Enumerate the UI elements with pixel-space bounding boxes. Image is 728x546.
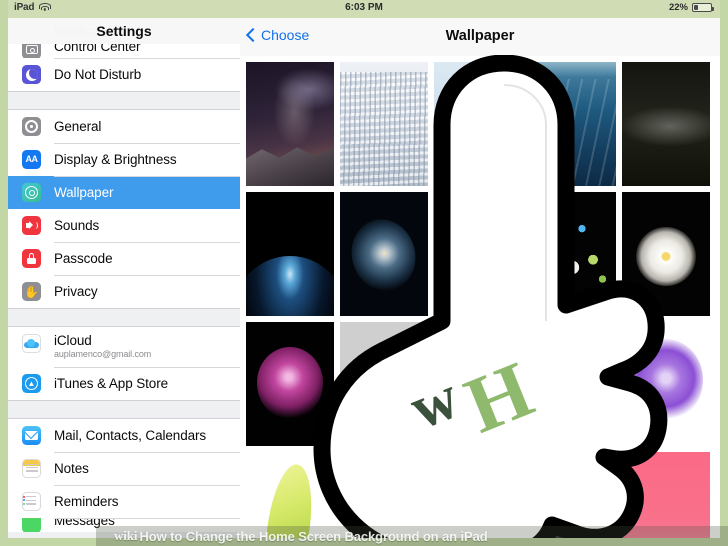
sidebar-item-label: Display & Brightness: [54, 152, 177, 167]
sidebar-item-sounds[interactable]: Sounds: [8, 209, 240, 242]
gear-icon: [22, 117, 41, 136]
wallpaper-thumb-underwater-blue[interactable]: [528, 62, 616, 186]
mail-icon: [22, 426, 41, 445]
wallpaper-thumb-purple-mum[interactable]: [622, 322, 710, 446]
wallpaper-thumb-glacier-sky[interactable]: [434, 62, 522, 186]
sidebar-item-mail-contacts-calendars[interactable]: Mail, Contacts, Calendars: [8, 419, 240, 452]
hand-icon: ✋: [22, 282, 41, 301]
wallpaper-thumb-dark-dune[interactable]: [622, 62, 710, 186]
wallpaper-thumb-lilac-dahlia[interactable]: [434, 322, 522, 446]
sidebar-item-reminders[interactable]: Reminders: [8, 485, 240, 518]
wallpaper-grid-row: [246, 322, 720, 446]
sidebar-group-1: Control Center Do Not Disturb: [8, 44, 240, 91]
sidebar-item-sublabel: auplamenco@gmail.com: [54, 349, 152, 360]
reminders-icon: [22, 492, 41, 511]
sidebar-item-label: iTunes & App Store: [54, 376, 169, 391]
wallpaper-thumb-dark-rocks[interactable]: [434, 192, 522, 316]
sidebar-divider: [8, 308, 240, 327]
sidebar-item-do-not-disturb[interactable]: Do Not Disturb: [8, 58, 240, 91]
sidebar-group-4: Mail, Contacts, Calendars Notes Reminder…: [8, 419, 240, 532]
page-title: Wallpaper: [445, 28, 515, 44]
sidebar-divider: [8, 400, 240, 419]
wallpaper-grid-row: [246, 62, 720, 186]
navigation-bar: Choose Wallpaper: [240, 18, 720, 57]
speaker-icon: [22, 216, 41, 235]
notes-icon: [22, 459, 41, 478]
status-bar-time: 6:03 PM: [345, 2, 383, 13]
wallpaper-detail-pane: Choose Wallpaper: [240, 18, 720, 538]
sidebar-item-label: Do Not Disturb: [54, 67, 142, 82]
wallpaper-thumb-firework-bloom[interactable]: [340, 322, 428, 446]
lock-icon: [22, 249, 41, 268]
sidebar-title: Settings: [8, 18, 240, 44]
ipad-screen: iPad 6:03 PM 22% Notifications Settings: [8, 0, 720, 538]
sidebar-item-notes[interactable]: Notes: [8, 452, 240, 485]
sidebar-scroll: Control Center Do Not Disturb General AA…: [8, 44, 240, 532]
sidebar-item-label: Sounds: [54, 218, 100, 233]
wallpaper-thumb-white-dahlia[interactable]: [622, 192, 710, 316]
sidebar-item-label: Control Center: [54, 44, 141, 54]
sidebar-item-label: Reminders: [54, 494, 119, 509]
sidebar-item-wallpaper[interactable]: Wallpaper: [8, 176, 240, 209]
sidebar-item-label: Wallpaper: [54, 185, 114, 200]
sidebar-item-icloud[interactable]: iCloud auplamenco@gmail.com: [8, 327, 240, 367]
battery-low-icon: [692, 3, 714, 12]
sidebar-group-3: iCloud auplamenco@gmail.com ▲ iTunes & A…: [8, 327, 240, 400]
sidebar-item-label: Mail, Contacts, Calendars: [54, 428, 207, 443]
wallpaper-icon: [22, 183, 41, 202]
caption-prefix: wiki: [114, 528, 138, 543]
caption-bar: wiki How to Change the Home Screen Backg…: [96, 526, 728, 546]
wallpaper-thumb-earth-from-space[interactable]: [246, 192, 334, 316]
sidebar-item-general[interactable]: General: [8, 110, 240, 143]
wallpaper-thumb-spiral-galaxy[interactable]: [340, 192, 428, 316]
sidebar-group-2: General AA Display & Brightness Wallpape…: [8, 110, 240, 308]
battery-percent: 22%: [668, 2, 688, 13]
wallpaper-thumb-white-spider-mum[interactable]: [528, 322, 616, 446]
sidebar-item-label: Passcode: [54, 251, 113, 266]
sidebar-item-itunes-app-store[interactable]: ▲ iTunes & App Store: [8, 367, 240, 400]
wallpaper-thumb-wildflowers[interactable]: [528, 192, 616, 316]
icloud-icon: [22, 334, 41, 353]
screenshot-frame: iPad 6:03 PM 22% Notifications Settings: [0, 0, 728, 546]
display-brightness-icon: AA: [22, 150, 41, 169]
caption-text: How to Change the Home Screen Background…: [139, 528, 488, 544]
wallpaper-grid[interactable]: [240, 56, 720, 538]
wallpaper-thumb-pink-allium[interactable]: [246, 322, 334, 446]
sidebar-item-privacy[interactable]: ✋ Privacy: [8, 275, 240, 308]
messages-icon: [22, 518, 41, 532]
wallpaper-thumb-snow-forest[interactable]: [340, 62, 428, 186]
settings-sidebar[interactable]: Notifications Settings Control Center Do…: [8, 18, 240, 538]
do-not-disturb-icon: [22, 65, 41, 84]
sidebar-item-label: Privacy: [54, 284, 98, 299]
control-center-icon: [22, 44, 41, 58]
sidebar-item-label: iCloud: [54, 333, 92, 349]
status-bar-right: 22%: [668, 2, 714, 13]
sidebar-item-control-center[interactable]: Control Center: [8, 44, 240, 58]
sidebar-divider: [8, 91, 240, 110]
split-view: Notifications Settings Control Center Do…: [8, 18, 720, 538]
wallpaper-thumb-milky-way-mountain[interactable]: [246, 62, 334, 186]
wallpaper-grid-row: [246, 192, 720, 316]
app-store-icon: ▲: [22, 374, 41, 393]
sidebar-item-label: General: [54, 119, 102, 134]
sidebar-item-label: Notes: [54, 461, 89, 476]
status-bar: iPad 6:03 PM 22%: [8, 0, 720, 18]
sidebar-item-passcode[interactable]: Passcode: [8, 242, 240, 275]
sidebar-item-display-brightness[interactable]: AA Display & Brightness: [8, 143, 240, 176]
